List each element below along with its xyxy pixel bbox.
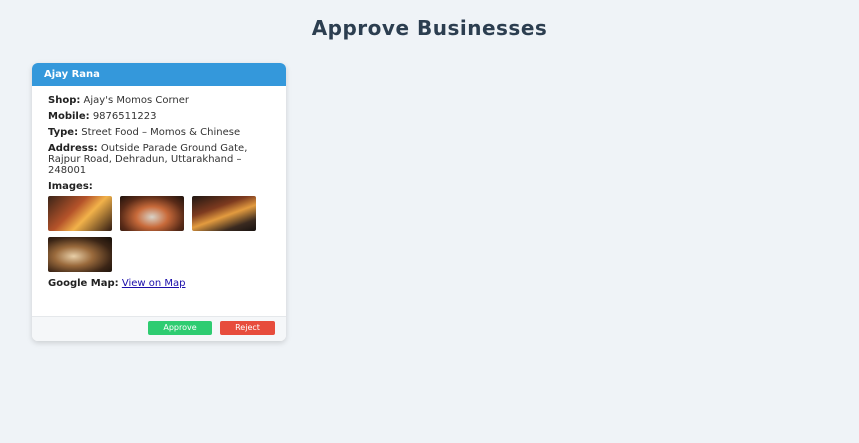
card-footer: Approve Reject (32, 316, 286, 341)
view-on-map-link[interactable]: View on Map (122, 278, 186, 289)
images-label: Images: (48, 181, 93, 192)
images-field: Images: (48, 181, 270, 272)
address-label: Address: (48, 143, 98, 154)
mobile-value: 9876511223 (92, 111, 157, 122)
address-field: Address: Outside Parade Ground Gate, Raj… (48, 143, 270, 176)
type-field: Type: Street Food – Momos & Chinese (48, 127, 270, 138)
business-card: Ajay Rana Shop: Ajay's Momos Corner Mobi… (32, 63, 286, 341)
shop-label: Shop: (48, 95, 81, 106)
type-label: Type: (48, 127, 79, 138)
card-header-owner-name: Ajay Rana (32, 63, 286, 86)
mobile-label: Mobile: (48, 111, 90, 122)
business-image-thumbnail[interactable] (48, 237, 112, 272)
business-image-thumbnail[interactable] (120, 196, 184, 231)
page-title: Approve Businesses (311, 16, 548, 40)
shop-value: Ajay's Momos Corner (83, 95, 189, 106)
mobile-field: Mobile: 9876511223 (48, 111, 270, 122)
images-gallery (48, 196, 268, 272)
map-field: Google Map: View on Map (48, 278, 270, 289)
approve-button[interactable]: Approve (148, 321, 212, 335)
business-image-thumbnail[interactable] (48, 196, 112, 231)
card-body: Shop: Ajay's Momos Corner Mobile: 987651… (32, 86, 286, 289)
shop-field: Shop: Ajay's Momos Corner (48, 95, 270, 106)
type-value: Street Food – Momos & Chinese (81, 127, 241, 138)
business-image-thumbnail[interactable] (192, 196, 256, 231)
map-label: Google Map: (48, 278, 119, 289)
reject-button[interactable]: Reject (220, 321, 275, 335)
